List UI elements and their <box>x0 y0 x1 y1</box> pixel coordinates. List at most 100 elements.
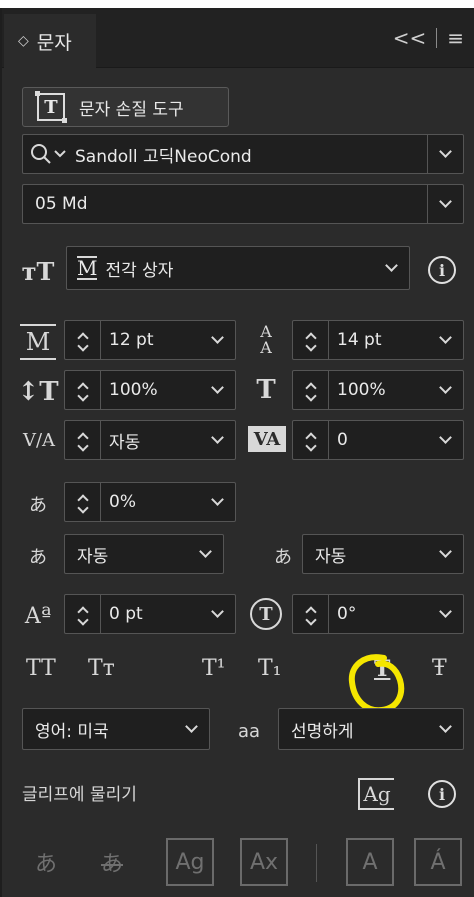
font-style-chevron-icon[interactable] <box>427 185 463 223</box>
language-dropdown[interactable]: 영어: 미국 <box>22 708 210 750</box>
character-rotation-chevron-icon[interactable] <box>427 605 463 618</box>
tracking-icon: VA <box>248 426 286 452</box>
aki-left-dropdown[interactable]: 자동 <box>64 534 224 574</box>
tracking-field[interactable]: 0 <box>292 420 464 460</box>
tracking-value: 0 <box>337 430 348 450</box>
kerning-stepper[interactable] <box>65 421 101 459</box>
aki-right-chevron-icon[interactable] <box>427 545 463 558</box>
vertical-scale-field[interactable]: 100% <box>64 370 236 410</box>
snap-to-glyph-label: 글리프에 물리기 <box>22 785 137 805</box>
font-size-stepper[interactable] <box>65 321 101 359</box>
font-family-chevron-icon[interactable] <box>427 135 463 173</box>
glyph-bounds-snap-icon[interactable]: Ag <box>166 838 214 886</box>
search-icon <box>31 144 66 164</box>
size-mode-dropdown[interactable]: M 전각 상자 <box>66 246 410 290</box>
touch-type-tool-button[interactable]: T 문자 손질 도구 <box>22 87 229 127</box>
x-height-snap-icon[interactable]: Ax <box>240 838 288 886</box>
subscript-button[interactable]: T₁ <box>258 656 282 681</box>
vertical-scale-icon: ↕T <box>17 377 59 407</box>
leading-icon: AA <box>260 322 272 357</box>
character-panel: ◇ 문자 << ≡ T 문자 손질 도구 Sandoll 고딕NeoCond 0… <box>0 8 474 897</box>
horizontal-scale-icon: T <box>256 375 276 405</box>
character-rotation-field[interactable]: 0° <box>292 594 464 634</box>
anchor-point-snap-icon[interactable]: Á <box>414 838 462 886</box>
kerning-value: 자동 <box>109 432 141 453</box>
font-style-value: 05 Md <box>35 194 88 214</box>
aki-right-value: 자동 <box>315 546 347 567</box>
all-caps-button[interactable]: TT <box>26 656 56 681</box>
kerning-field[interactable]: 자동 <box>64 420 236 460</box>
vertical-scale-value: 100% <box>109 380 158 400</box>
tracking-chevron-icon[interactable] <box>427 431 463 444</box>
horizontal-scale-stepper[interactable] <box>293 371 329 409</box>
info-icon[interactable]: i <box>428 256 456 284</box>
aki-right-icon: あ <box>274 547 292 568</box>
aki-left-icon: あ <box>29 547 47 568</box>
horizontal-scale-chevron-icon[interactable] <box>427 381 463 394</box>
leading-value: 14 pt <box>337 330 382 350</box>
baseline-shift-value: 0 pt <box>109 604 143 624</box>
baseline-shift-icon: Aª <box>24 603 52 629</box>
kerning-chevron-icon[interactable] <box>199 431 235 444</box>
em-box-snap-icon[interactable]: あ <box>22 838 70 886</box>
icf-snap-icon[interactable]: あ <box>88 838 136 886</box>
small-caps-button[interactable]: Tт <box>88 656 115 681</box>
collapse-icon[interactable]: << <box>393 26 427 50</box>
baseline-shift-stepper[interactable] <box>65 595 101 633</box>
size-mode-chevron-icon[interactable] <box>373 259 409 272</box>
antialias-dropdown[interactable]: 선명하게 <box>278 708 464 750</box>
antialias-chevron-icon[interactable] <box>427 720 463 733</box>
font-size-value: 12 pt <box>109 330 154 350</box>
leading-field[interactable]: 14 pt <box>292 320 464 360</box>
leading-stepper[interactable] <box>293 321 329 359</box>
horizontal-scale-field[interactable]: 100% <box>292 370 464 410</box>
baseline-shift-chevron-icon[interactable] <box>199 605 235 618</box>
size-mode-value: 전각 상자 <box>105 260 174 281</box>
language-value: 영어: 미국 <box>35 721 109 742</box>
touch-type-label: 문자 손질 도구 <box>79 99 184 120</box>
tracking-stepper[interactable] <box>293 421 329 459</box>
tab-label: 문자 <box>36 31 72 54</box>
divider <box>316 844 317 882</box>
glyph-snap-icon[interactable]: Ag <box>358 778 394 810</box>
em-box-icon: M <box>77 256 98 280</box>
tsume-stepper[interactable] <box>65 483 101 521</box>
tab-controls: << ≡ <box>393 26 464 50</box>
font-family-value: Sandoll 고딕NeoCond <box>75 146 252 167</box>
touch-type-icon: T <box>35 91 67 123</box>
aki-left-value: 자동 <box>77 546 109 567</box>
expand-diamond-icon[interactable]: ◇ <box>18 33 29 49</box>
angular-guide-snap-icon[interactable]: A <box>346 838 394 886</box>
font-size-field[interactable]: 12 pt <box>64 320 236 360</box>
size-mode-icon: тT <box>21 256 55 286</box>
aki-right-dropdown[interactable]: 자동 <box>302 534 464 574</box>
strikethrough-button[interactable]: Ŧ <box>432 656 447 681</box>
antialias-icon: aa <box>237 720 261 742</box>
character-rotation-icon: T <box>250 598 282 630</box>
tab-character[interactable]: ◇ 문자 <box>4 14 96 68</box>
tsume-value: 0% <box>109 492 136 512</box>
vertical-scale-chevron-icon[interactable] <box>199 381 235 394</box>
panel-tab-bar: ◇ 문자 << ≡ <box>2 8 474 68</box>
tsume-field[interactable]: 0% <box>64 482 236 522</box>
character-rotation-value: 0° <box>337 604 357 624</box>
baseline-shift-field[interactable]: 0 pt <box>64 594 236 634</box>
snap-info-icon[interactable]: i <box>428 780 456 808</box>
antialias-value: 선명하게 <box>291 721 354 742</box>
vertical-scale-stepper[interactable] <box>65 371 101 409</box>
superscript-button[interactable]: T¹ <box>202 656 226 681</box>
font-style-dropdown[interactable]: 05 Md <box>22 184 464 224</box>
tsume-chevron-icon[interactable] <box>199 493 235 506</box>
character-rotation-stepper[interactable] <box>293 595 329 633</box>
font-family-dropdown[interactable]: Sandoll 고딕NeoCond <box>22 134 464 174</box>
divider <box>436 28 438 48</box>
leading-chevron-icon[interactable] <box>427 331 463 344</box>
font-size-chevron-icon[interactable] <box>199 331 235 344</box>
aki-left-chevron-icon[interactable] <box>187 545 223 558</box>
horizontal-scale-value: 100% <box>337 380 386 400</box>
font-size-icon: M <box>20 324 56 360</box>
panel-menu-icon[interactable]: ≡ <box>447 26 464 50</box>
tsume-icon: あ <box>29 495 47 516</box>
language-chevron-icon[interactable] <box>173 720 209 733</box>
kerning-icon: V/A <box>22 429 56 451</box>
